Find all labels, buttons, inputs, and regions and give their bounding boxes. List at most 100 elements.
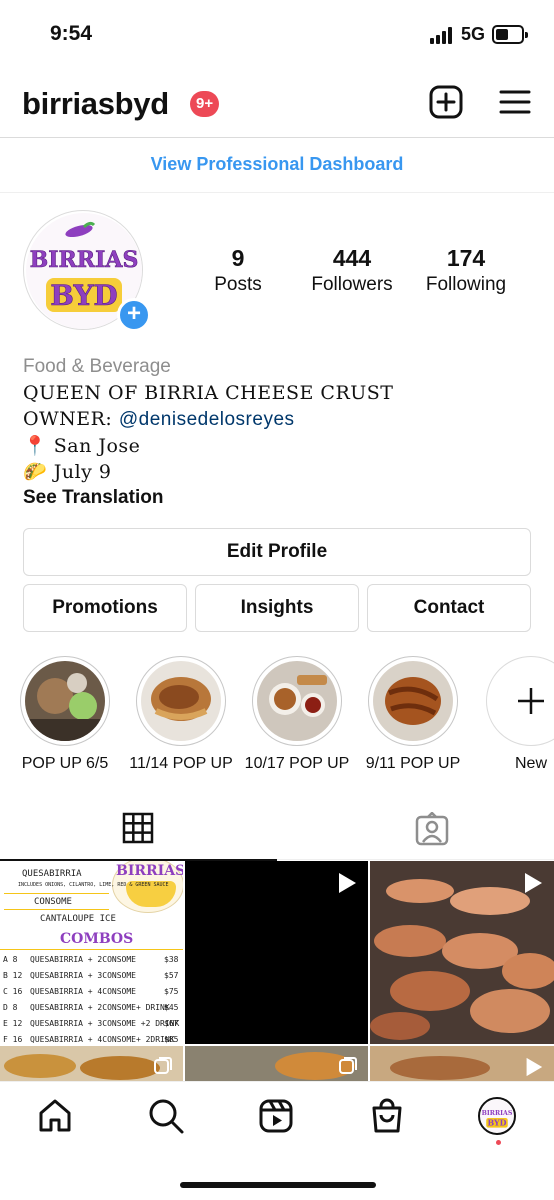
shopping-bag-icon[interactable] [368,1097,408,1137]
battery-icon [492,25,528,44]
profile-header: birriasbyd 9+ [0,70,554,138]
add-story-icon[interactable]: + [117,298,151,332]
bio-location-line: 📍 San Jose [23,433,533,459]
combo-desc: QUESABIRRIA + 2CONSOME [30,955,136,964]
status-bar: 9:54 5G [0,0,554,70]
nav-logo-text-bottom: BYD [487,1119,506,1128]
edit-profile-button[interactable]: Edit Profile [23,528,531,576]
bio-location: San Jose [53,435,141,457]
highlight-item[interactable]: POP UP 6/5 [10,656,120,775]
contact-button[interactable]: Contact [367,584,531,632]
posts-label: Posts [214,274,262,295]
pin-icon: 📍 [23,435,48,457]
play-icon [525,873,542,893]
combo-price: $57 [164,971,179,980]
logo-text-bottom: BYD [50,279,117,312]
activity-dot [496,1140,501,1145]
taco-icon: 🌮 [23,461,48,483]
combo-desc: QUESABIRRIA + 4CONSOME+ 2DRINK [30,1035,175,1044]
highlight-cover-image [373,661,453,741]
highlight-item[interactable]: 9/11 POP UP [358,656,468,775]
menu-item: CONSOME [34,897,72,907]
combo-desc: QUESABIRRIA + 3CONSOME [30,971,136,980]
signal-icon [430,26,456,44]
avatar: BIRRIAS BYD [478,1097,516,1135]
highlight-label: New [514,755,547,772]
professional-dashboard-link[interactable]: View Professional Dashboard [151,154,404,175]
highlight-label: POP UP 6/5 [21,755,109,772]
combo-price: $75 [164,987,179,996]
menu-item-note: INCLUDES ONIONS, CILANTRO, LIME, RED & G… [18,882,169,888]
menu-item: QUESABIRRIA [22,869,82,879]
posts-stat[interactable]: 9 Posts [173,244,303,298]
play-icon [339,873,356,893]
combo-price: $85 [164,1035,179,1044]
owner-prefix: OWNER: [23,408,119,430]
post-thumbnail-reel[interactable] [370,1046,554,1081]
menu-item: CANTALOUPE ICE [40,914,116,924]
professional-dashboard-bar: View Professional Dashboard [0,139,554,193]
home-icon[interactable] [36,1097,76,1137]
posts-grid: BIRRIAS QUESABIRRIA INCLUDES ONIONS, CIL… [0,861,554,1081]
combo-code: A 8 [3,955,18,964]
insights-button[interactable]: Insights [195,584,359,632]
highlight-cover-image [141,661,221,741]
grid-icon [122,812,154,844]
bio-owner-line: OWNER: @denisedelosreyes [23,406,533,433]
story-highlights: POP UP 6/5 11/14 POP UP 10/17 POP UP 9/1… [0,656,554,786]
profile-tab-avatar[interactable]: BIRRIAS BYD [478,1097,518,1137]
see-translation-link[interactable]: See Translation [23,485,533,511]
home-indicator[interactable] [180,1182,376,1188]
followers-stat[interactable]: 444 Followers [287,244,417,298]
post-thumbnail[interactable] [185,1046,368,1081]
highlight-item[interactable]: 10/17 POP UP [242,656,352,775]
following-count: 174 [446,245,486,271]
promotions-button[interactable]: Promotions [23,584,187,632]
menu-logo-text: BIRRIAS [116,863,183,879]
multi-post-icon [154,1057,172,1074]
combo-code: B 12 [3,971,23,980]
new-highlight-button[interactable]: New [476,656,554,775]
play-icon [526,1057,543,1077]
nav-logo-text-top: BIRRIAS [482,1110,513,1117]
combo-desc: QUESABIRRIA + 2CONSOME+ DRINK [30,1003,170,1012]
owner-handle-link[interactable]: @denisedelosreyes [119,409,295,430]
plus-icon[interactable] [486,656,554,746]
profile-bio: Food & Beverage QUEEN OF BIRRIA CHEESE C… [23,354,533,511]
highlight-item[interactable]: 11/14 POP UP [126,656,236,775]
plus-square-icon[interactable] [428,84,464,120]
tab-posts-grid[interactable] [0,800,277,861]
post-thumbnail-menu[interactable]: BIRRIAS QUESABIRRIA INCLUDES ONIONS, CIL… [0,861,183,1044]
combo-desc: QUESABIRRIA + 4CONSOME [30,987,136,996]
search-icon[interactable] [147,1097,187,1137]
following-stat[interactable]: 174 Following [401,244,531,298]
bio-date: July 9 [53,461,112,483]
post-thumbnail-reel[interactable] [185,861,368,1044]
highlight-label: 11/14 POP UP [129,755,233,772]
highlight-label: 9/11 POP UP [365,755,461,772]
post-thumbnail-reel[interactable] [370,861,554,1044]
profile-avatar-wrap[interactable]: BIRRIAS BYD + [23,210,151,332]
highlight-label: 10/17 POP UP [244,755,350,772]
highlight-cover-image [25,661,105,741]
following-label: Following [425,274,507,295]
tab-tagged[interactable] [277,800,554,860]
notification-badge[interactable]: 9+ [190,91,220,117]
followers-label: Followers [311,274,393,295]
hamburger-menu-icon[interactable] [497,84,533,120]
followers-count: 444 [332,245,372,271]
posts-count: 9 [231,245,245,271]
combo-code: C 16 [3,987,23,996]
combo-code: F 16 [3,1035,23,1044]
reels-icon[interactable] [257,1097,297,1137]
profile-tabs [0,800,554,861]
bottom-navigation: BIRRIAS BYD [0,1081,554,1200]
multi-post-icon [339,1057,357,1074]
post-thumbnail[interactable] [0,1046,183,1081]
combo-price: $67 [164,1019,179,1028]
logo-text-top: BIRRIAS [30,247,139,273]
combo-desc: QUESABIRRIA + 3CONSOME +2 DRINK [30,1019,180,1028]
combo-code: E 12 [3,1019,23,1028]
username-switcher[interactable]: birriasbyd [22,86,169,122]
bio-tagline: QUEEN OF BIRRIA CHEESE CRUST [23,382,394,404]
